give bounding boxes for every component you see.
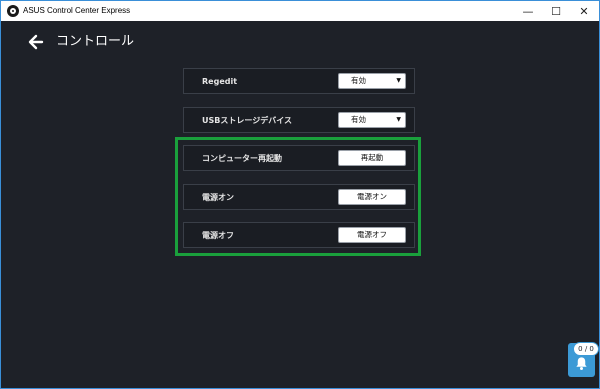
setting-label: USBストレージデバイス: [202, 116, 292, 125]
highlight-box: [175, 137, 421, 256]
app-icon: [7, 5, 19, 17]
setting-row-usb-storage: USBストレージデバイス 有効 ▼: [183, 107, 415, 133]
select-value: 有効: [351, 76, 366, 85]
page-title: コントロール: [56, 34, 135, 49]
caret-down-icon: ▼: [396, 116, 401, 123]
bell-icon: [576, 357, 587, 370]
window-title: ASUS Control Center Express: [23, 6, 131, 15]
setting-row-regedit: Regedit 有効 ▼: [183, 68, 415, 94]
minimize-button[interactable]: —: [514, 1, 542, 21]
arrow-left-icon[interactable]: [28, 34, 44, 50]
regedit-select[interactable]: 有効 ▼: [338, 73, 406, 89]
select-value: 有効: [351, 115, 366, 124]
title-bar: ASUS Control Center Express — ☐ ✕: [1, 1, 599, 21]
setting-label: Regedit: [202, 77, 238, 86]
close-button[interactable]: ✕: [570, 1, 598, 21]
usb-storage-select[interactable]: 有効 ▼: [338, 112, 406, 128]
caret-down-icon: ▼: [396, 77, 401, 84]
maximize-button[interactable]: ☐: [542, 1, 570, 21]
notification-count-badge: 0 / 0: [573, 342, 599, 356]
